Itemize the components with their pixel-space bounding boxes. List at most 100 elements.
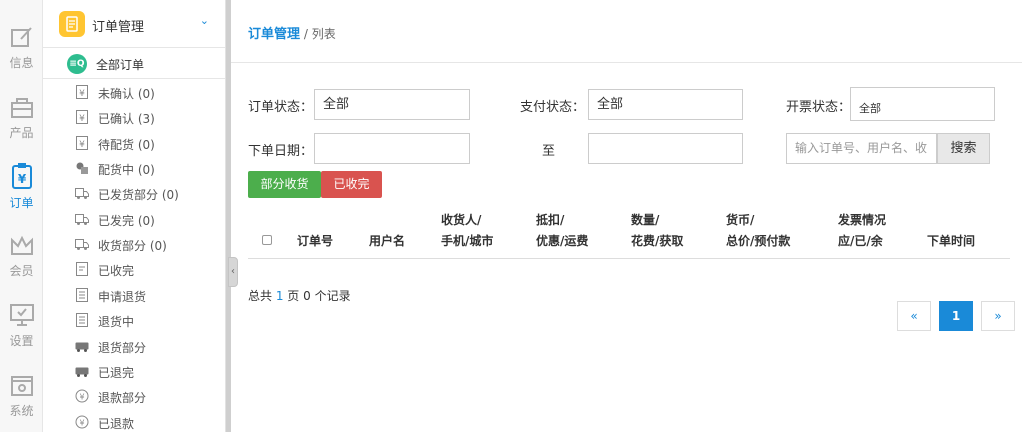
chevron-down-icon: ⌄ [199,14,209,27]
page-1-button[interactable]: 1 [939,301,973,331]
sidebar-item[interactable]: 申请退货 [43,283,225,308]
invoice-status-select[interactable]: 全部 [850,87,995,121]
yen-doc-icon: ¥ [75,135,89,150]
truck-icon [75,212,89,226]
boxes-icon [75,161,89,175]
pay-status-label: 支付状态： [520,100,586,115]
monitor-icon [9,304,34,326]
sidebar-item[interactable]: 已发完 (0) [43,207,225,232]
doc-list-icon [75,287,89,302]
doc-icon [75,262,89,277]
truck-icon [75,186,89,200]
truck-icon [75,237,89,251]
svg-text:¥: ¥ [79,114,85,124]
yen-doc-icon: ¥ [75,110,89,125]
sidebar-divider [226,0,231,432]
sidebar-item[interactable]: 配货中 (0) [43,156,225,181]
th-order-no: 订单号 [297,234,334,248]
sidebar-item-label: 退货中 [98,315,135,330]
sidebar-item-label: 已收完 [98,264,135,279]
sidebar-item-label: 未确认 (0) [98,87,155,101]
bag-icon [10,98,33,118]
sidebar-item[interactable]: 退货部分 [43,334,225,359]
th-consignee: 收货人/手机/城市 [441,213,494,248]
th-currency: 货币/总价/预付款 [726,213,791,248]
sidebar-item[interactable]: ¥ 退款部分 [43,384,225,409]
sidebar-item[interactable]: 退货中 [43,308,225,333]
search-input[interactable]: 输入订单号、用户名、收 [786,133,937,164]
invoice-status-label: 开票状态： [786,100,852,115]
select-all-checkbox[interactable] [262,235,272,245]
rail-item-member[interactable]: 会员 [0,234,43,294]
record-summary: 总共 1 页 0 个记录 [248,289,351,303]
rail-label-system: 系统 [9,404,34,418]
sidebar-item[interactable]: 已发货部分 (0) [43,181,225,206]
header-divider [231,62,1022,63]
collapse-sidebar-handle[interactable]: ‹ [228,257,238,287]
prev-page-button[interactable]: « [897,301,931,331]
rail-label-order: 订单 [9,196,34,210]
refund-icon: ¥ [75,389,89,403]
breadcrumb-separator: / [300,27,312,41]
svg-text:¥: ¥ [79,393,84,402]
rail-item-product[interactable]: 产品 [0,94,43,154]
sidebar-header[interactable]: 订单管理 ⌄ [43,0,225,48]
svg-text:¥: ¥ [79,140,85,150]
return-truck-icon [75,364,89,378]
received-button[interactable]: 已收完 [321,171,382,198]
rail-label-member: 会员 [9,264,34,278]
return-truck-icon [75,339,89,353]
sidebar-item[interactable]: ¥ 待配货 (0) [43,131,225,156]
breadcrumb: 订单管理 / 列表 [248,23,336,42]
sidebar-item[interactable]: 已收完 [43,257,225,282]
date-from-input[interactable] [314,133,470,164]
sidebar-item[interactable]: ¥ 已确认 (3) [43,105,225,130]
search-button[interactable]: 搜索 [937,133,990,164]
order-status-label: 订单状态： [248,100,314,115]
rail-item-system[interactable]: 系统 [0,372,43,432]
sidebar-item-label: 已退完 [98,365,135,380]
rail-item-info[interactable]: 信息 [0,24,43,84]
edit-icon [10,27,32,47]
sidebar-item[interactable]: ¥ 已退款 [43,410,225,432]
th-invoice: 发票情况 应/已/余 [838,213,887,248]
crown-icon [10,235,33,255]
date-to-input[interactable] [588,133,743,164]
order-date-label: 下单日期： [248,144,314,159]
next-page-button[interactable]: » [981,301,1015,331]
breadcrumb-page: 列表 [311,27,336,41]
rail-item-settings[interactable]: 设置 [0,302,43,362]
th-deduction: 抵扣/优惠/运费 [536,213,589,248]
sidebar-item-label: 全部订单 [96,58,145,72]
partial-received-button[interactable]: 部分收货 [248,171,321,198]
sidebar-item-all-orders[interactable]: ≡Q 全部订单 [43,48,225,79]
sidebar-item-label: 已发完 (0) [98,213,155,228]
order-sidebar: 订单管理 ⌄ ≡Q 全部订单 ¥ 未确认 (0) ¥ 已确认 (3) ¥ 待配货 (0) 配… [43,0,226,432]
sidebar-item-label: 已确认 (3) [98,112,155,127]
th-order-time: 下单时间 [927,234,976,248]
order-menu-icon [59,11,85,37]
sidebar-item-label: 配货中 (0) [98,163,155,178]
sidebar-item-label: 退货部分 [98,340,147,355]
sidebar-item[interactable]: 已退完 [43,359,225,384]
sidebar-item[interactable]: ¥ 未确认 (0) [43,80,225,105]
refund-icon: ¥ [75,415,89,429]
icon-rail: 信息 产品 ¥ 订单 会员 设置 系统 [0,0,43,432]
svg-text:¥: ¥ [17,172,26,186]
svg-text:¥: ¥ [79,89,85,99]
sidebar-item-label: 申请退货 [98,289,147,304]
svg-text:¥: ¥ [79,418,84,427]
rail-item-order[interactable]: ¥ 订单 [0,162,43,222]
sidebar-item-label: 已发货部分 (0) [98,188,179,203]
pay-status-select[interactable]: 全部 [588,89,743,120]
order-icon: ¥ [11,163,32,189]
sidebar-item-label: 退款部分 [98,391,147,406]
breadcrumb-section[interactable]: 订单管理 [248,27,300,42]
th-quantity: 数量/花费/获取 [631,213,684,248]
sidebar-item[interactable]: 收货部分 (0) [43,232,225,257]
yen-doc-icon: ¥ [75,85,89,99]
order-status-select[interactable]: 全部 [314,89,470,120]
rail-label-info: 信息 [9,56,34,70]
rail-label-product: 产品 [9,126,34,140]
sidebar-header-title: 订单管理 [92,20,145,35]
